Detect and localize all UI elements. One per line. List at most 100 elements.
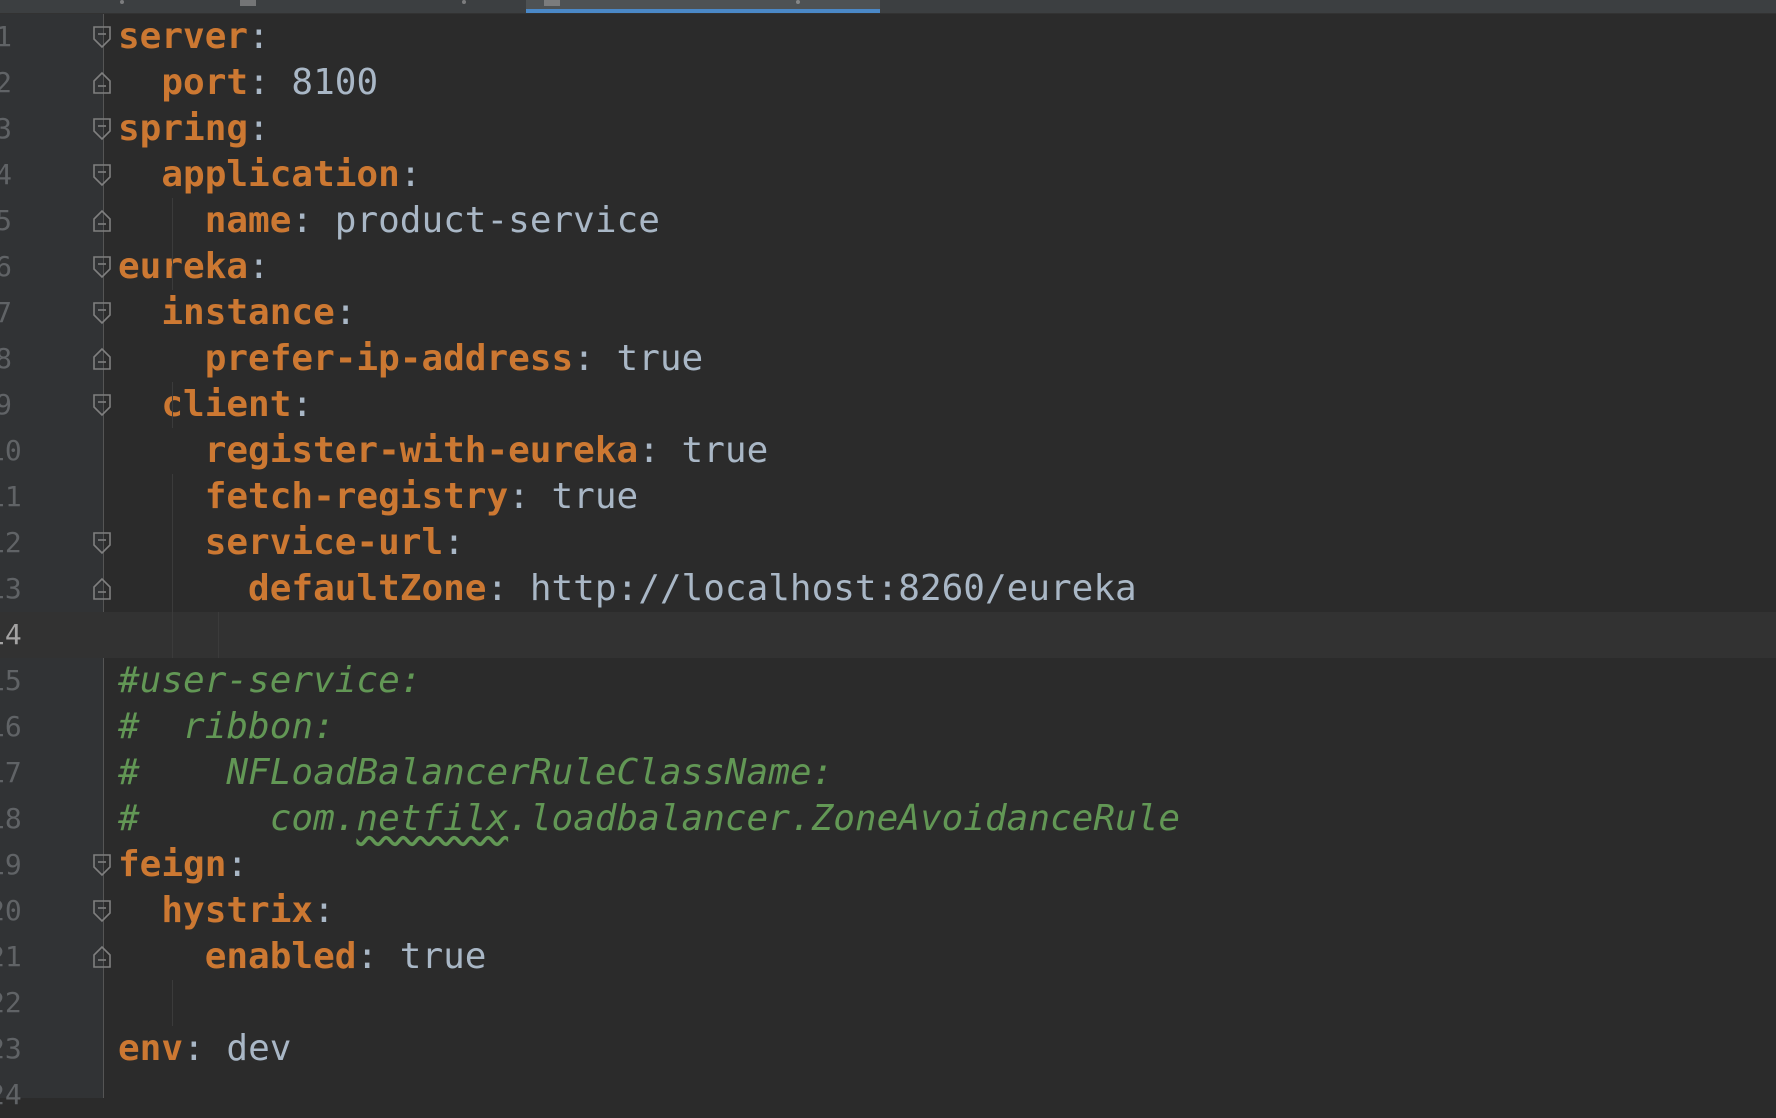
fold-end-icon[interactable] [92, 945, 112, 969]
yaml-punctuation [118, 292, 161, 333]
code-line[interactable]: 10 register-with-eureka: true [0, 428, 1776, 474]
code-text: # ribbon: [118, 704, 335, 750]
code-line[interactable]: 4 application: [0, 152, 1776, 198]
code-text: server: [118, 14, 270, 60]
yaml-punctuation: : [183, 1028, 227, 1069]
fold-collapse-icon[interactable] [92, 853, 112, 877]
code-line[interactable]: 6 eureka: [0, 244, 1776, 290]
yaml-punctuation [118, 568, 248, 609]
yaml-key: env [118, 1028, 184, 1069]
yaml-punctuation [118, 522, 205, 563]
code-text: hystrix: [118, 888, 334, 934]
fold-collapse-icon[interactable] [92, 301, 112, 325]
yaml-comment: # ribbon: [118, 706, 335, 747]
code-text: env: dev [118, 1026, 291, 1072]
yaml-punctuation: : [638, 430, 682, 471]
code-line[interactable]: 11 fetch-registry: true [0, 474, 1776, 520]
code-line[interactable]: 9 client: [0, 382, 1776, 428]
fold-end-icon[interactable] [92, 71, 112, 95]
yaml-punctuation [118, 200, 205, 241]
editor-tab[interactable] [222, 0, 522, 13]
yaml-key: enabled [204, 936, 357, 977]
fold-collapse-icon[interactable] [92, 25, 112, 49]
yaml-key: spring [118, 108, 249, 149]
code-line[interactable]: 18 # com.netfilx.loadbalancer.ZoneAvoidan… [0, 796, 1776, 842]
yaml-punctuation [118, 476, 205, 517]
code-line[interactable]: 21 enabled: true [0, 934, 1776, 980]
code-line[interactable]: 15 #user-service: [0, 658, 1776, 704]
code-line[interactable]: 16 # ribbon: [0, 704, 1776, 750]
line-number: 21 [0, 940, 22, 973]
code-line[interactable]: 13 defaultZone: http://localhost:8260/eu… [0, 566, 1776, 612]
code-text: eureka: [118, 244, 270, 290]
yaml-punctuation [118, 890, 161, 931]
code-line[interactable]: 19 feign: [0, 842, 1776, 888]
yaml-punctuation [118, 154, 161, 195]
code-editor[interactable]: 1 server: 2 port: 8100 3 spring: 4 applicatio… [0, 14, 1776, 1111]
yaml-key: hystrix [161, 890, 314, 931]
code-line[interactable]: 5 name: product-service [0, 198, 1776, 244]
tab-label-fragment-icon [796, 0, 800, 4]
yaml-key: name [204, 200, 292, 241]
line-number: 6 [0, 250, 12, 283]
fold-end-icon[interactable] [92, 209, 112, 233]
code-line[interactable]: 24 [0, 1072, 1776, 1118]
line-number: 23 [0, 1032, 22, 1065]
fold-collapse-icon[interactable] [92, 163, 112, 187]
fold-collapse-icon[interactable] [92, 393, 112, 417]
fold-collapse-icon[interactable] [92, 899, 112, 923]
fold-collapse-icon[interactable] [92, 117, 112, 141]
code-line[interactable]: 3 spring: [0, 106, 1776, 152]
yaml-comment: netfilx [356, 798, 509, 839]
code-line[interactable]: 20 hystrix: [0, 888, 1776, 934]
yaml-punctuation [118, 936, 205, 977]
indent-guide [172, 980, 173, 1026]
line-number: 12 [0, 526, 22, 559]
code-line[interactable]: 8 prefer-ip-address: true [0, 336, 1776, 382]
yaml-comment: # NFLoadBalancerRuleClassName: [118, 752, 834, 793]
code-line[interactable]: 2 port: 8100 [0, 60, 1776, 106]
yaml-key: application [161, 154, 400, 195]
code-text: service-url: [118, 520, 465, 566]
line-number: 10 [0, 434, 22, 467]
yaml-value: true [551, 476, 639, 517]
yaml-punctuation: : [573, 338, 617, 379]
code-line[interactable]: 7 instance: [0, 290, 1776, 336]
line-number: 9 [0, 388, 12, 421]
yaml-punctuation: : [291, 384, 314, 425]
editor-tab-active[interactable] [526, 0, 880, 13]
code-text: # com.netfilx.loadbalancer.ZoneAvoidance… [118, 796, 1180, 842]
yaml-key: instance [161, 292, 335, 333]
editor-tab[interactable] [0, 0, 220, 13]
yaml-key: register-with-eureka [204, 430, 639, 471]
line-number: 3 [0, 112, 12, 145]
fold-collapse-icon[interactable] [92, 531, 112, 555]
yaml-key: service-url [204, 522, 444, 563]
fold-end-icon[interactable] [92, 347, 112, 371]
code-line[interactable]: 22 [0, 980, 1776, 1026]
tab-label-fragment-icon [120, 0, 124, 4]
indent-guide [172, 382, 173, 428]
code-text: name: product-service [118, 198, 660, 244]
yaml-value: true [399, 936, 487, 977]
line-number: 18 [0, 802, 22, 835]
line-number: 7 [0, 296, 12, 329]
line-number: 4 [0, 158, 12, 191]
yaml-value: http://localhost:8260/eureka [529, 568, 1137, 609]
yaml-punctuation [118, 338, 205, 379]
line-number: 15 [0, 664, 22, 697]
code-text: register-with-eureka: true [118, 428, 769, 474]
code-line[interactable]: 23 env: dev [0, 1026, 1776, 1072]
fold-end-icon[interactable] [92, 577, 112, 601]
code-text: port: 8100 [118, 60, 378, 106]
line-number: 2 [0, 66, 12, 99]
code-line[interactable]: 1 server: [0, 14, 1776, 60]
editor-tab-bar [0, 0, 1776, 14]
code-line[interactable]: 12 service-url: [0, 520, 1776, 566]
yaml-comment: # com. [118, 798, 357, 839]
code-line[interactable]: 17 # NFLoadBalancerRuleClassName: [0, 750, 1776, 796]
line-number: 1 [0, 20, 12, 53]
code-line[interactable]: 14 [0, 612, 1776, 658]
code-text: client: [118, 382, 313, 428]
fold-collapse-icon[interactable] [92, 255, 112, 279]
